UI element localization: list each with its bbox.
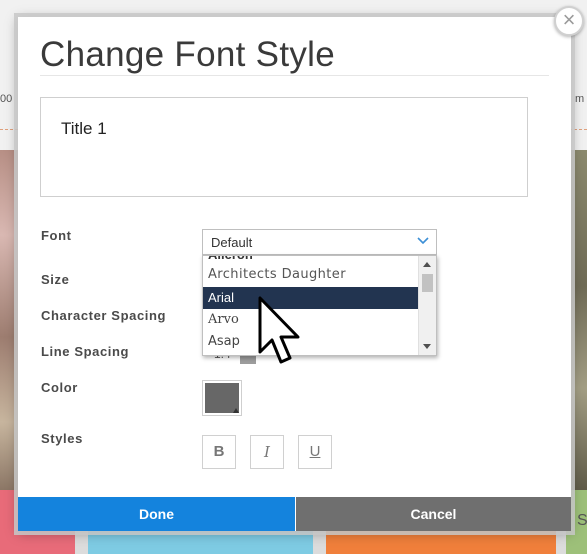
font-dropdown-list: Aileron Architects Daughter Arial Arvo A…	[202, 255, 437, 356]
background-text-bottom: S	[577, 512, 587, 529]
done-button[interactable]: Done	[18, 497, 295, 531]
close-button[interactable]: ×	[554, 6, 584, 36]
font-select[interactable]: Default	[202, 229, 437, 255]
line-spacing-label: Line Spacing	[41, 344, 130, 359]
background-image-right	[569, 150, 587, 490]
font-option[interactable]: Arvo	[203, 309, 420, 331]
styles-label: Styles	[41, 431, 83, 446]
scroll-up-icon[interactable]	[423, 262, 431, 267]
dropdown-scrollbar[interactable]	[418, 256, 436, 355]
font-select-value: Default	[211, 235, 253, 250]
scrollbar-thumb[interactable]	[422, 274, 433, 292]
background-text-right: m	[575, 93, 585, 105]
font-option-highlighted[interactable]: Arial	[203, 287, 420, 309]
chevron-down-icon	[417, 237, 429, 245]
color-label: Color	[41, 380, 78, 395]
font-label: Font	[41, 228, 72, 243]
font-option[interactable]: Architects Daughter	[203, 264, 420, 286]
close-icon: ×	[562, 7, 576, 32]
color-picker[interactable]	[202, 380, 242, 416]
cancel-button[interactable]: Cancel	[296, 497, 571, 531]
dialog-title: Change Font Style	[40, 35, 335, 74]
mouse-pointer-icon	[258, 296, 300, 364]
dialog-footer: Done Cancel	[18, 497, 571, 531]
italic-button[interactable]: I	[250, 435, 284, 469]
caret-icon	[233, 408, 239, 413]
character-spacing-label: Character Spacing	[41, 308, 167, 323]
font-option[interactable]: Asap	[203, 331, 420, 353]
change-font-style-dialog: Change Font Style Title 1 Font Size Char…	[18, 17, 571, 531]
background-text-left: 00	[0, 93, 13, 105]
scroll-down-icon[interactable]	[423, 344, 431, 349]
size-label: Size	[41, 272, 70, 287]
preview-text: Title 1	[61, 119, 107, 138]
bold-button[interactable]: B	[202, 435, 236, 469]
title-divider	[40, 75, 549, 76]
font-preview-box: Title 1	[40, 97, 528, 197]
underline-button[interactable]: U	[298, 435, 332, 469]
